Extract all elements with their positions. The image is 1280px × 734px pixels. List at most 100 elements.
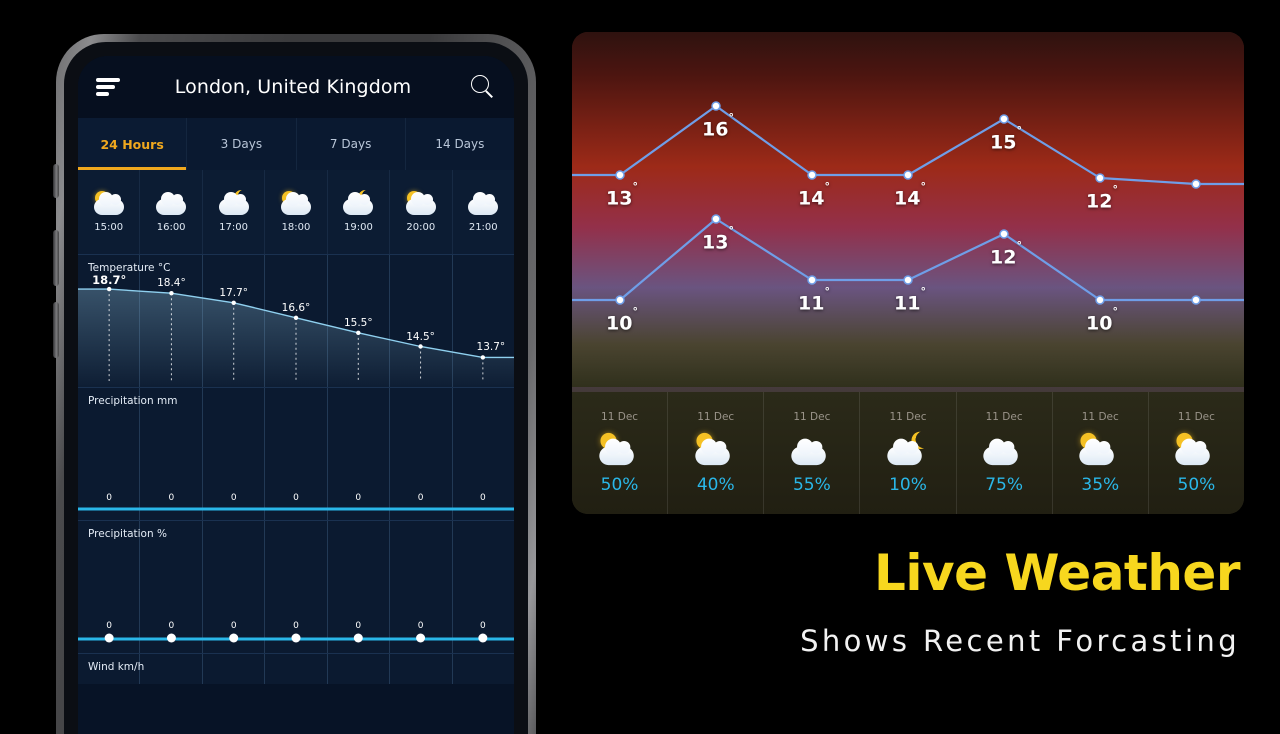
promo-title: Live Weather [874,544,1241,602]
temperature-value-label: 16.6° [281,301,311,314]
hour-cell[interactable]: 16:00 [140,170,203,254]
temperature-value-label: 17.7° [219,286,249,299]
day-precip-pct: 50% [600,475,639,495]
day-card[interactable]: 11 Dec 75% [957,392,1053,514]
temperature-line-svg [78,286,514,387]
temperature-chart-panel: Temperature °C 18.7° 18.4° 17.7° 16.6° 15.5°… [78,254,514,387]
phone-mockup: London, United Kingdom 24 Hours 3 Days 7… [53,34,536,734]
forecast-range-tabs: 24 Hours 3 Days 7 Days 14 Days [78,118,514,170]
range-chart-svg [572,101,1244,305]
hour-cell[interactable]: 21:00 [453,170,514,254]
search-icon[interactable] [470,74,496,100]
moon-behind-cloud-icon [885,431,931,466]
range-temperature-label: 14° [798,179,830,210]
temperature-value-label: 15.5° [343,316,373,329]
screenshot-root: London, United Kingdom 24 Hours 3 Days 7… [0,0,1280,734]
precip-pct-value: 0 [230,621,237,631]
precip-pct-value: 0 [355,621,362,631]
range-temperature-label: 10° [606,304,638,335]
sun-behind-cloud-icon [92,191,126,215]
precip-pct-value: 0 [417,621,424,631]
daily-forecast-row: 11 Dec 50% 11 Dec 40% 11 Dec 55% 11 Dec … [572,392,1244,514]
precip-mm-value: 0 [355,493,362,503]
hour-label: 18:00 [281,222,311,233]
range-temperature-label: 15° [990,123,1022,154]
range-temperature-label: 13° [702,223,734,254]
hour-cell[interactable]: 17:00 [203,170,266,254]
range-temperature-label: 12° [990,238,1022,269]
day-card[interactable]: 11 Dec 50% [572,392,669,514]
temperature-value-label: 13.7° [476,341,506,354]
cloud-icon [981,433,1027,466]
precip-mm-value: 0 [293,493,299,503]
phone-mute-button[interactable] [53,164,59,198]
day-date: 11 Dec [985,411,1023,423]
hour-label: 21:00 [468,222,498,233]
hour-cell[interactable]: 19:00 [328,170,391,254]
precip-pct-panel-label: Precipitation % [88,528,167,540]
hour-label: 16:00 [156,222,186,233]
range-temperature-label: 16° [702,110,734,141]
sun-behind-cloud-icon [1173,432,1219,466]
hour-cell[interactable]: 15:00 [78,170,141,254]
precip-pct-value: 0 [293,621,299,631]
day-date: 11 Dec [793,411,831,423]
day-card[interactable]: 11 Dec 55% [764,392,861,514]
moon-behind-cloud-icon [217,190,251,215]
day-card[interactable]: 11 Dec 10% [860,392,957,514]
precipitation-pct-panel: Precipitation % 0 0 0 0 0 0 0 [78,520,514,653]
temperature-value-label: 18.7° [92,273,127,288]
precipitation-mm-panel: Precipitation mm 0 0 0 0 0 0 0 [78,387,514,520]
phone-screen: London, United Kingdom 24 Hours 3 Days 7… [78,56,514,734]
sun-behind-cloud-icon [279,191,313,215]
day-precip-pct: 10% [889,475,927,495]
day-card[interactable]: 11 Dec 35% [1053,392,1149,514]
moon-behind-cloud-icon [341,190,375,215]
app-header: London, United Kingdom [78,56,514,118]
tab-14-days[interactable]: 14 Days [406,118,514,170]
range-temperature-label: 14° [894,179,926,210]
hour-label: 17:00 [219,222,248,233]
precip-mm-value: 0 [230,493,237,503]
day-precip-pct: 55% [792,475,831,495]
day-date: 11 Dec [601,411,639,423]
precip-pct-value: 0 [106,621,113,631]
day-date: 11 Dec [1177,411,1215,423]
day-card[interactable]: 11 Dec 50% [1149,392,1244,514]
precip-pct-value: 0 [479,621,486,631]
page-title: London, United Kingdom [174,76,412,98]
hourly-forecast-strip: 15:00 16:00 17:00 18:00 19:00 20:00 21:0… [78,170,514,254]
cloud-icon [466,191,500,215]
day-card[interactable]: 11 Dec 40% [668,392,765,514]
sun-behind-cloud-icon [597,432,643,466]
hour-cell[interactable]: 20:00 [390,170,453,254]
precip-mm-value: 0 [168,493,175,503]
range-temperature-label: 11° [798,284,830,315]
hour-cell[interactable]: 18:00 [265,170,328,254]
precip-mm-panel-label: Precipitation mm [88,395,178,407]
temperature-range-chart: 13° 16° 14° 14° 15° 12° 10° 13° 11° 11° 12° 10° [572,32,1244,392]
range-temperature-label: 11° [894,284,926,315]
tab-7-days[interactable]: 7 Days [297,118,406,170]
forecast-card: 13° 16° 14° 14° 15° 12° 10° 13° 11° 11° 12° 10° 11 … [572,32,1244,514]
precip-mm-value: 0 [417,493,424,503]
range-temperature-label: 13° [606,179,638,210]
temperature-value-label: 14.5° [406,330,435,343]
precip-mm-value: 0 [106,493,113,503]
phone-volume-down-button[interactable] [53,302,59,358]
hour-label: 19:00 [343,222,373,233]
sun-behind-cloud-icon [404,191,438,215]
tab-24-hours[interactable]: 24 Hours [78,118,188,170]
day-precip-pct: 40% [696,475,735,495]
phone-volume-up-button[interactable] [53,230,59,286]
precip-pct-line-svg [78,633,514,643]
cloud-icon [154,191,188,215]
temperature-value-label: 18.4° [157,277,186,290]
precip-mm-value: 0 [479,493,486,503]
day-precip-pct: 35% [1081,475,1120,495]
hour-label: 20:00 [406,222,436,233]
day-date: 11 Dec [697,411,735,423]
sun-behind-cloud-icon [693,432,739,466]
wind-panel: Wind km/h [78,653,514,684]
tab-3-days[interactable]: 3 Days [187,118,297,170]
